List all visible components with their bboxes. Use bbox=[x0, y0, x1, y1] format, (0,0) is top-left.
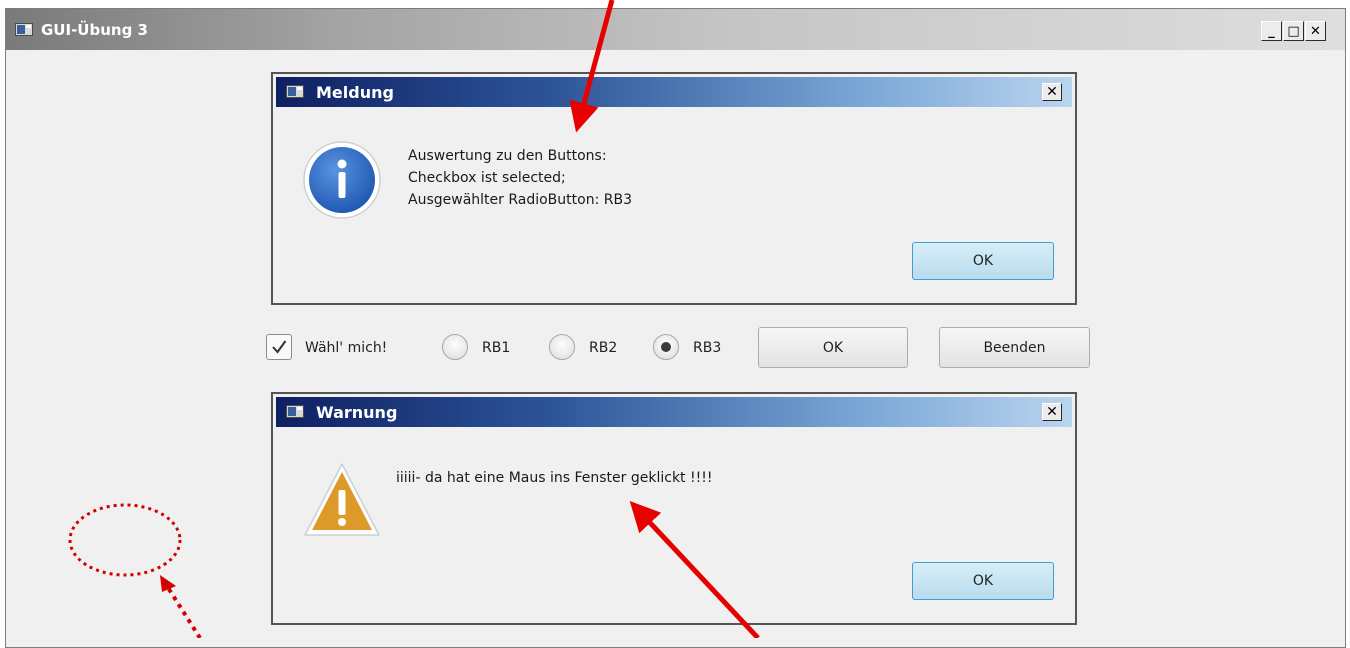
close-button[interactable]: ✕ bbox=[1305, 21, 1326, 41]
main-window-title: GUI-Übung 3 bbox=[41, 21, 148, 39]
app-icon bbox=[15, 23, 33, 36]
warning-dialog: Warnung ✕ iiiii- da hat eine Maus ins Fe… bbox=[271, 392, 1077, 625]
warning-ok-button[interactable]: OK bbox=[912, 562, 1054, 600]
info-dialog-title: Meldung bbox=[316, 83, 394, 102]
warning-dialog-close-button[interactable]: ✕ bbox=[1042, 403, 1062, 421]
info-dialog: Meldung ✕ Auswertung zu den Buttons: Che… bbox=[271, 72, 1077, 305]
info-message-line-3: Ausgewählter RadioButton: RB3 bbox=[408, 192, 632, 208]
radio-rb1-label[interactable]: RB1 bbox=[482, 340, 510, 356]
warning-dialog-title: Warnung bbox=[316, 403, 398, 422]
dialog-app-icon bbox=[286, 85, 304, 98]
warning-icon bbox=[304, 463, 380, 536]
info-icon bbox=[303, 141, 381, 219]
info-message-line-1: Auswertung zu den Buttons: bbox=[408, 148, 607, 164]
checkbox-label[interactable]: Wähl' mich! bbox=[305, 340, 387, 356]
main-titlebar[interactable]: GUI-Übung 3 _ □ ✕ bbox=[6, 9, 1345, 50]
radio-rb2-label[interactable]: RB2 bbox=[589, 340, 617, 356]
radio-rb3[interactable] bbox=[653, 334, 679, 360]
ok-button[interactable]: OK bbox=[758, 327, 908, 368]
radio-rb1[interactable] bbox=[442, 334, 468, 360]
info-ok-button[interactable]: OK bbox=[912, 242, 1054, 280]
info-dialog-close-button[interactable]: ✕ bbox=[1042, 83, 1062, 101]
choose-me-checkbox[interactable] bbox=[266, 334, 292, 360]
dialog-app-icon bbox=[286, 405, 304, 418]
warning-dialog-titlebar[interactable]: Warnung ✕ bbox=[276, 397, 1072, 427]
check-icon bbox=[272, 340, 287, 354]
radio-selected-dot bbox=[661, 342, 671, 352]
warning-message: iiiii- da hat eine Maus ins Fenster gekl… bbox=[396, 470, 713, 486]
quit-button[interactable]: Beenden bbox=[939, 327, 1090, 368]
info-dialog-titlebar[interactable]: Meldung ✕ bbox=[276, 77, 1072, 107]
info-message-line-2: Checkbox ist selected; bbox=[408, 170, 566, 186]
radio-rb2[interactable] bbox=[549, 334, 575, 360]
minimize-button[interactable]: _ bbox=[1261, 21, 1282, 41]
radio-rb3-label[interactable]: RB3 bbox=[693, 340, 721, 356]
maximize-button[interactable]: □ bbox=[1283, 21, 1304, 41]
